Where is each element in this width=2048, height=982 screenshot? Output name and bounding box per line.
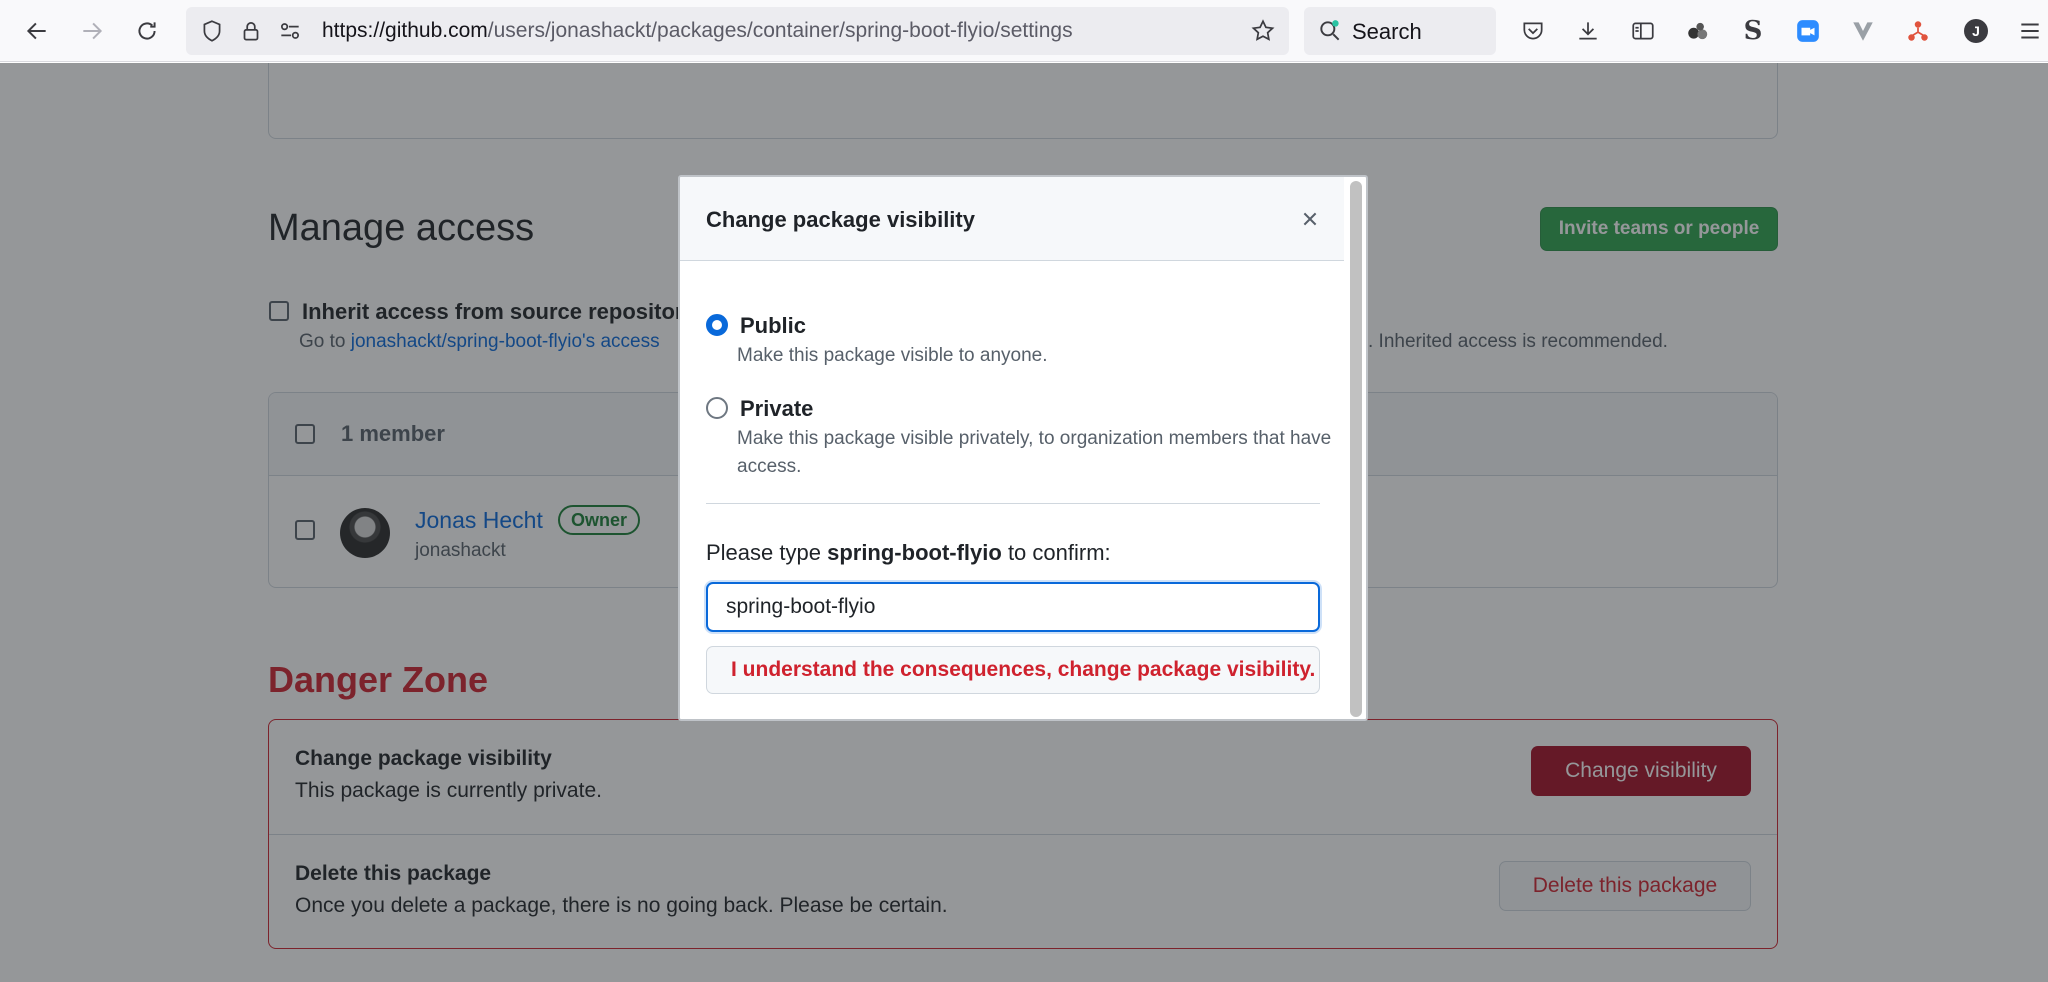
browser-toolbar: https://github.com/users/jonashackt/pack… <box>0 0 2048 62</box>
private-description: Make this package visible privately, to … <box>737 428 1332 477</box>
network-extension-icon[interactable] <box>1900 13 1936 49</box>
permissions-icon[interactable] <box>272 13 308 49</box>
forward-arrow-icon[interactable] <box>74 13 110 49</box>
private-radio[interactable] <box>706 397 728 419</box>
search-icon <box>1312 13 1348 49</box>
hamburger-menu-icon[interactable] <box>2012 13 2048 49</box>
public-radio[interactable] <box>706 314 728 336</box>
confirm-package-name: spring-boot-flyio <box>827 540 1002 565</box>
dialog-header: Change package visibility <box>680 177 1344 261</box>
confirm-instruction: Please type spring-boot-flyio to confirm… <box>706 540 1111 566</box>
extension-balls-icon[interactable] <box>1680 13 1716 49</box>
shield-icon[interactable] <box>194 13 230 49</box>
confirm-prefix: Please type <box>706 540 828 565</box>
zoom-extension-icon[interactable] <box>1790 13 1826 49</box>
lock-icon[interactable] <box>233 13 269 49</box>
pocket-icon[interactable] <box>1515 13 1551 49</box>
bookmark-star-icon[interactable] <box>1245 13 1281 49</box>
confirm-visibility-button[interactable]: I understand the consequences, change pa… <box>706 646 1320 694</box>
dialog-divider <box>706 503 1320 504</box>
close-icon[interactable] <box>1296 205 1324 233</box>
reload-icon[interactable] <box>129 13 165 49</box>
s-extension-icon[interactable]: S <box>1735 13 1771 49</box>
search-label: Search <box>1352 19 1422 44</box>
back-arrow-icon[interactable] <box>19 13 55 49</box>
private-label: Private <box>740 396 814 421</box>
url-path: /users/jonashackt/packages/container/spr… <box>487 19 1073 42</box>
search-box[interactable]: Search <box>1304 7 1496 55</box>
confirm-name-input[interactable] <box>706 582 1320 632</box>
url-text[interactable]: https://github.com/users/jonashackt/pack… <box>322 19 1073 43</box>
reader-view-icon[interactable] <box>1625 13 1661 49</box>
url-bar[interactable]: https://github.com/users/jonashackt/pack… <box>186 7 1289 55</box>
dialog-title: Change package visibility <box>706 207 975 232</box>
change-visibility-dialog: Change package visibility Public Make th… <box>678 175 1368 721</box>
public-description: Make this package visible to anyone. <box>737 345 1048 366</box>
download-icon[interactable] <box>1570 13 1606 49</box>
v-extension-icon[interactable] <box>1845 13 1881 49</box>
dialog-scrollbar[interactable] <box>1350 181 1362 717</box>
url-host: https://github.com <box>322 19 488 42</box>
profile-initial: J <box>1964 19 1988 43</box>
profile-avatar-icon[interactable]: J <box>1958 13 1994 49</box>
confirm-suffix: to confirm: <box>1001 540 1111 565</box>
public-label: Public <box>740 313 807 338</box>
